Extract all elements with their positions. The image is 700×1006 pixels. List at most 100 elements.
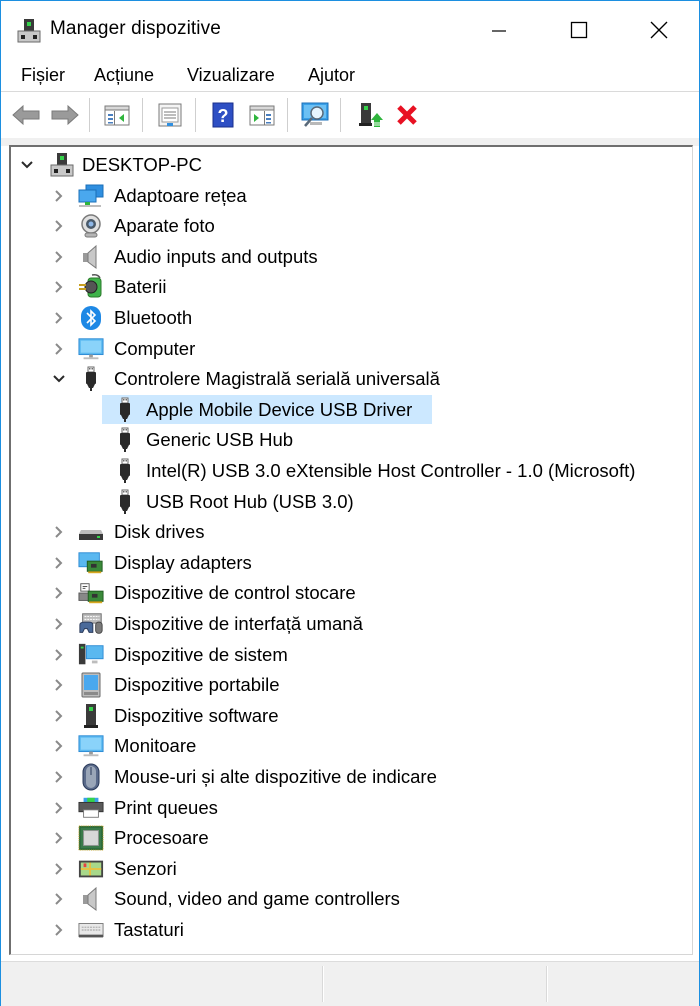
scan-hardware-changes-icon xyxy=(301,102,329,127)
tree-category[interactable]: Bluetooth xyxy=(11,304,691,332)
tree-category[interactable]: Computer xyxy=(11,335,691,363)
help-button[interactable]: ? xyxy=(208,100,238,130)
expand-chevron-icon[interactable] xyxy=(51,861,67,877)
menu-bar: Fișier Acțiune Vizualizare Ajutor xyxy=(1,59,699,92)
expand-chevron-icon[interactable] xyxy=(51,310,67,326)
tree-item-label: Dispozitive de interfață umană xyxy=(114,613,363,634)
collapse-chevron-icon[interactable] xyxy=(19,157,35,173)
properties-button[interactable] xyxy=(155,100,185,130)
expand-chevron-icon[interactable] xyxy=(51,738,67,754)
expand-chevron-icon[interactable] xyxy=(51,647,67,663)
tree-device[interactable]: Intel(R) USB 3.0 eXtensible Host Control… xyxy=(11,457,691,485)
maximize-button[interactable] xyxy=(539,1,619,59)
tree-item-label: Dispozitive de sistem xyxy=(114,643,288,665)
uninstall-device-button[interactable] xyxy=(392,100,422,130)
tree-category[interactable]: Disk drives xyxy=(11,518,691,546)
expand-chevron-icon[interactable] xyxy=(51,249,67,265)
expand-chevron-icon[interactable] xyxy=(51,677,67,693)
sensor-icon xyxy=(78,856,104,882)
scan-hardware-changes-button[interactable] xyxy=(300,100,330,130)
menu-action[interactable]: Acțiune xyxy=(94,65,154,86)
expand-chevron-icon[interactable] xyxy=(51,922,67,938)
tree-item-label: Tastaturi xyxy=(114,919,184,940)
expand-chevron-icon[interactable] xyxy=(51,830,67,846)
toolbar-separator xyxy=(195,98,196,132)
collapse-chevron-icon[interactable] xyxy=(51,371,67,387)
expand-chevron-icon[interactable] xyxy=(51,800,67,816)
tree-category[interactable]: Senzori xyxy=(11,855,691,883)
tree-category[interactable]: Dispozitive software xyxy=(11,702,691,730)
software-device-icon xyxy=(78,703,104,729)
tree-category[interactable]: Display adapters xyxy=(11,549,691,577)
monitor-icon xyxy=(78,733,104,759)
usb-icon xyxy=(112,427,138,453)
expand-chevron-icon[interactable] xyxy=(51,891,67,907)
tree-device-selected[interactable]: Apple Mobile Device USB Driver xyxy=(11,394,691,424)
computer-tower-icon xyxy=(49,152,75,178)
tree-root-desktop-pc[interactable]: DESKTOP-PC xyxy=(11,151,691,179)
tree-item-label: Monitoare xyxy=(114,735,197,757)
tree-device[interactable]: USB Root Hub (USB 3.0) xyxy=(11,488,691,516)
usb-icon xyxy=(112,397,138,423)
hid-icon xyxy=(78,611,104,637)
device-manager-app-icon xyxy=(17,18,41,44)
expand-chevron-icon[interactable] xyxy=(51,279,67,295)
tree-item-label: Aparate foto xyxy=(114,215,215,237)
menu-view[interactable]: Vizualizare xyxy=(187,65,275,86)
tree-item-label: Disk drives xyxy=(114,521,205,543)
tree-category[interactable]: Audio inputs and outputs xyxy=(11,243,691,271)
keyboard-icon xyxy=(78,917,104,943)
expand-chevron-icon[interactable] xyxy=(51,218,67,234)
speaker-icon xyxy=(78,886,104,912)
tree-category[interactable]: Procesoare xyxy=(11,824,691,852)
tree-item-label: Print queues xyxy=(114,796,218,818)
expand-chevron-icon[interactable] xyxy=(51,616,67,632)
expand-chevron-icon[interactable] xyxy=(51,341,67,357)
tree-category[interactable]: Tastaturi xyxy=(11,916,691,944)
forward-button[interactable] xyxy=(50,100,80,130)
expand-chevron-icon[interactable] xyxy=(51,555,67,571)
tree-category[interactable]: Baterii xyxy=(11,273,691,301)
back-button[interactable] xyxy=(11,100,41,130)
network-adapter-icon xyxy=(78,183,104,209)
tree-category[interactable]: Dispozitive portabile xyxy=(11,671,691,699)
show-hide-console-tree-button[interactable] xyxy=(102,100,132,130)
tree-item-label: USB Root Hub (USB 3.0) xyxy=(146,490,354,512)
toolbar-separator xyxy=(340,98,341,132)
system-device-icon xyxy=(78,642,104,668)
device-tree[interactable]: DESKTOP-PC Adaptoare rețea Aparate foto Aud… xyxy=(9,145,693,955)
tree-category[interactable]: Dispozitive de sistem xyxy=(11,641,691,669)
tree-category[interactable]: Dispozitive de control stocare xyxy=(11,579,691,607)
tree-category[interactable]: Adaptoare rețea xyxy=(11,182,691,210)
tree-category[interactable]: Aparate foto xyxy=(11,212,691,240)
tree-category[interactable]: Sound, video and game controllers xyxy=(11,885,691,913)
title-bar[interactable]: Manager dispozitive xyxy=(1,1,699,59)
tree-category[interactable]: Monitoare xyxy=(11,732,691,760)
processor-icon xyxy=(78,825,104,851)
tree-item-label: Apple Mobile Device USB Driver xyxy=(146,398,413,420)
svg-text:?: ? xyxy=(218,106,229,126)
tree-category[interactable]: Dispozitive de interfață umană xyxy=(11,610,691,638)
expand-chevron-icon[interactable] xyxy=(51,708,67,724)
show-action-pane-button[interactable] xyxy=(247,100,277,130)
back-arrow-icon xyxy=(12,104,40,126)
tree-item-label: Generic USB Hub xyxy=(146,429,294,451)
device-manager-window: Manager dispozitive Fișier Acțiune Vizua… xyxy=(0,0,700,1006)
expand-chevron-icon[interactable] xyxy=(51,769,67,785)
tree-device[interactable]: Generic USB Hub xyxy=(11,426,691,454)
minimize-button[interactable] xyxy=(459,1,539,59)
menu-file[interactable]: Fișier xyxy=(21,65,65,86)
toolbar-separator xyxy=(142,98,143,132)
tree-category[interactable]: Mouse-uri și alte dispozitive de indicar… xyxy=(11,763,691,791)
tree-category[interactable]: Print queues xyxy=(11,794,691,822)
tree-item-label: Dispozitive software xyxy=(114,704,279,726)
close-button[interactable] xyxy=(619,1,699,59)
menu-help[interactable]: Ajutor xyxy=(308,65,355,86)
expand-chevron-icon[interactable] xyxy=(51,188,67,204)
toolbar-separator xyxy=(89,98,90,132)
expand-chevron-icon[interactable] xyxy=(51,524,67,540)
update-driver-button[interactable] xyxy=(355,100,385,130)
expand-chevron-icon[interactable] xyxy=(51,585,67,601)
tree-item-label: Computer xyxy=(114,337,196,359)
tree-category[interactable]: Controlere Magistrală serială universală xyxy=(11,365,691,393)
